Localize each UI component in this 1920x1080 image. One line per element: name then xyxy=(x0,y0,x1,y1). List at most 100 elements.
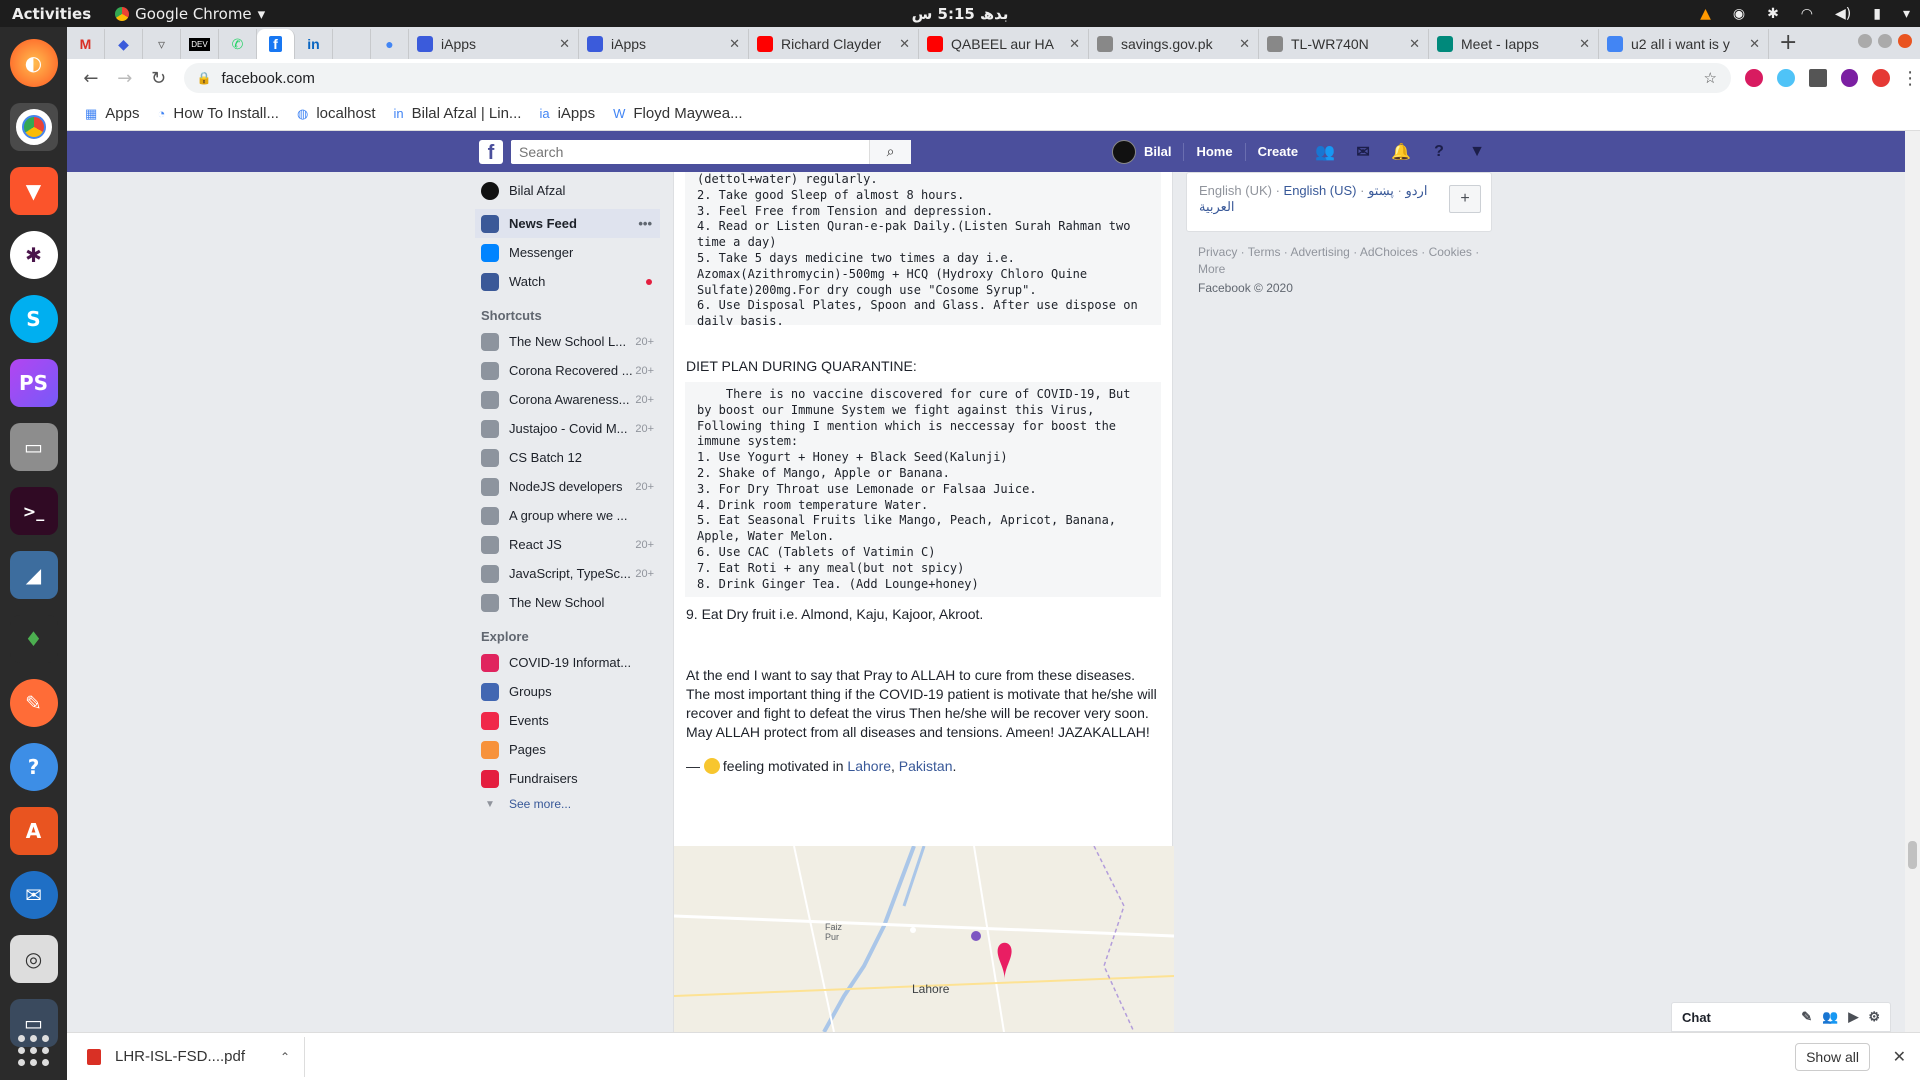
wifi-icon[interactable]: ◠ xyxy=(1801,6,1813,22)
download-item[interactable]: LHR-ISL-FSD....pdf ⌃ xyxy=(87,1036,305,1077)
more-vert-icon[interactable]: ⋮ xyxy=(1900,68,1920,89)
close-tab-icon[interactable]: ✕ xyxy=(553,36,570,52)
shortcut-item[interactable]: A group where we ... xyxy=(475,501,660,530)
shortcut-item[interactable]: The New School xyxy=(475,588,660,617)
close-window-button[interactable] xyxy=(1898,34,1912,48)
close-tab-icon[interactable]: ✕ xyxy=(1743,36,1760,52)
vlc-icon[interactable]: ▲ xyxy=(1700,6,1711,22)
tab-world[interactable]: ● xyxy=(371,29,409,59)
sidebar-item-messenger[interactable]: Messenger xyxy=(475,238,660,267)
extension-icon[interactable] xyxy=(1776,69,1795,87)
more-languages-button[interactable]: + xyxy=(1449,185,1481,213)
gear-icon[interactable]: ⚙ xyxy=(1868,1009,1880,1025)
close-tab-icon[interactable]: ✕ xyxy=(1063,36,1080,52)
chrome-dock-icon[interactable] xyxy=(9,103,58,151)
lang-ar-link[interactable]: العربية xyxy=(1199,199,1235,214)
bookmark-star-icon[interactable]: ☆ xyxy=(1704,69,1717,87)
shortcut-item[interactable]: JavaScript, TypeSc... 20+ xyxy=(475,559,660,588)
tab-blank[interactable] xyxy=(333,29,371,59)
show-all-button[interactable]: Show all xyxy=(1795,1042,1870,1071)
facebook-logo-icon[interactable]: f xyxy=(479,140,503,164)
scrollbar-thumb[interactable] xyxy=(1908,841,1917,869)
notifications-bell-icon[interactable]: 🔔 xyxy=(1390,142,1412,162)
fb-search-box[interactable]: ⌕ xyxy=(511,140,911,164)
profile-link[interactable]: Bilal Afzal xyxy=(475,176,660,205)
messenger-icon[interactable]: ✉ xyxy=(1352,142,1374,162)
address-bar[interactable]: 🔒 facebook.com ☆ xyxy=(184,63,1731,93)
software-center-icon[interactable]: A xyxy=(9,807,58,855)
avatar[interactable] xyxy=(1112,139,1136,164)
search-icon[interactable]: ⌕ xyxy=(869,140,911,164)
chevron-up-icon[interactable]: ⌃ xyxy=(280,1050,290,1064)
chevron-down-icon[interactable]: ▾ xyxy=(1903,6,1910,22)
terminal-icon[interactable]: >_ xyxy=(9,487,58,535)
close-tab-icon[interactable]: ✕ xyxy=(1403,36,1420,52)
help-icon[interactable]: ? xyxy=(9,743,58,791)
bookmark-0[interactable]: ▦ Apps xyxy=(85,105,140,122)
lock-icon[interactable]: 🔒 xyxy=(196,71,211,85)
bookmark-2[interactable]: ◍ localhost xyxy=(297,105,376,122)
profile-link[interactable]: Bilal xyxy=(1144,144,1171,159)
abp-icon[interactable] xyxy=(1872,69,1891,87)
close-tab-icon[interactable]: ✕ xyxy=(1233,36,1250,52)
shortcut-item[interactable]: NodeJS developers 20+ xyxy=(475,472,660,501)
home-link[interactable]: Home xyxy=(1196,144,1232,159)
city-link[interactable]: Lahore xyxy=(847,758,891,774)
sidebar-item-news-feed[interactable]: News Feed ••• xyxy=(475,209,660,238)
shortcut-item[interactable]: Justajoo - Covid M... 20+ xyxy=(475,414,660,443)
forward-icon[interactable]: → xyxy=(115,68,135,89)
volume-icon[interactable]: ◀) xyxy=(1835,6,1851,22)
url-text[interactable]: facebook.com xyxy=(221,70,314,87)
tab-gmail[interactable]: M xyxy=(67,29,105,59)
explore-item[interactable]: Fundraisers xyxy=(475,764,660,793)
bookmark-4[interactable]: ia iApps xyxy=(539,105,595,122)
minimize-button[interactable] xyxy=(1858,34,1872,48)
friend-requests-icon[interactable]: 👥 xyxy=(1314,142,1336,162)
footer-link[interactable]: AdChoices xyxy=(1360,245,1418,259)
lang-us-link[interactable]: English (US) xyxy=(1284,183,1357,198)
firefox-icon[interactable]: ◐ xyxy=(9,39,58,87)
tab-3[interactable]: QABEEL aur HA ✕ xyxy=(919,29,1089,59)
file-manager-icon[interactable]: ▭ xyxy=(9,423,58,471)
location-map[interactable]: Faiz Pur Lahore xyxy=(674,846,1174,1032)
activities-button[interactable]: Activities xyxy=(12,5,91,23)
reload-icon[interactable]: ↻ xyxy=(149,68,169,89)
postman-icon[interactable]: ✎ xyxy=(9,679,58,727)
bookmark-1[interactable]: ◔ How To Install... xyxy=(158,105,279,122)
close-tab-icon[interactable]: ✕ xyxy=(893,36,910,52)
tab-7[interactable]: u2 all i want is y ✕ xyxy=(1599,29,1769,59)
footer-link[interactable]: Terms xyxy=(1248,245,1281,259)
mysql-workbench-icon[interactable]: ◢ xyxy=(9,551,58,599)
app-menu[interactable]: Google Chrome ▾ xyxy=(115,5,265,23)
new-tab-button[interactable]: + xyxy=(1779,30,1797,55)
shortcut-item[interactable]: CS Batch 12 xyxy=(475,443,660,472)
create-link[interactable]: Create xyxy=(1258,144,1298,159)
explore-item[interactable]: Pages xyxy=(475,735,660,764)
robo3t-icon[interactable]: ♦ xyxy=(9,615,58,663)
slack-tray-icon[interactable]: ✱ xyxy=(1767,6,1779,22)
tab-5[interactable]: TL-WR740N ✕ xyxy=(1259,29,1429,59)
media-control-icon[interactable] xyxy=(1808,69,1827,87)
footer-link[interactable]: Advertising xyxy=(1290,245,1349,259)
close-tab-icon[interactable]: ✕ xyxy=(1573,36,1590,52)
more-options-icon[interactable]: ••• xyxy=(638,216,652,231)
tab-linkedin[interactable]: in xyxy=(295,29,333,59)
account-menu-chevron-icon[interactable]: ▼ xyxy=(1466,143,1488,161)
tab-pinned[interactable]: ◆ xyxy=(105,29,143,59)
shortcut-item[interactable]: React JS 20+ xyxy=(475,530,660,559)
tab-dev[interactable]: DEV xyxy=(181,29,219,59)
tab-pocket[interactable]: ▿ xyxy=(143,29,181,59)
tab-6[interactable]: Meet - Iapps ✕ xyxy=(1429,29,1599,59)
system-tray[interactable]: ▲ ◉ ✱ ◠ ◀) ▮ ▾ xyxy=(1700,6,1910,22)
close-tab-icon[interactable]: ✕ xyxy=(723,36,740,52)
explore-item[interactable]: Events xyxy=(475,706,660,735)
thunderbird-icon[interactable]: ✉ xyxy=(9,871,58,919)
moon-extension-icon[interactable] xyxy=(1744,69,1763,87)
profile-avatar[interactable] xyxy=(1840,69,1859,87)
fb-search-input[interactable] xyxy=(511,141,870,163)
brave-icon[interactable]: ▼ xyxy=(9,167,58,215)
shortcut-item[interactable]: Corona Awareness... 20+ xyxy=(475,385,660,414)
country-link[interactable]: Pakistan xyxy=(899,758,953,774)
explore-item[interactable]: COVID-19 Informat... xyxy=(475,648,660,677)
bookmark-3[interactable]: in Bilal Afzal | Lin... xyxy=(394,105,522,122)
